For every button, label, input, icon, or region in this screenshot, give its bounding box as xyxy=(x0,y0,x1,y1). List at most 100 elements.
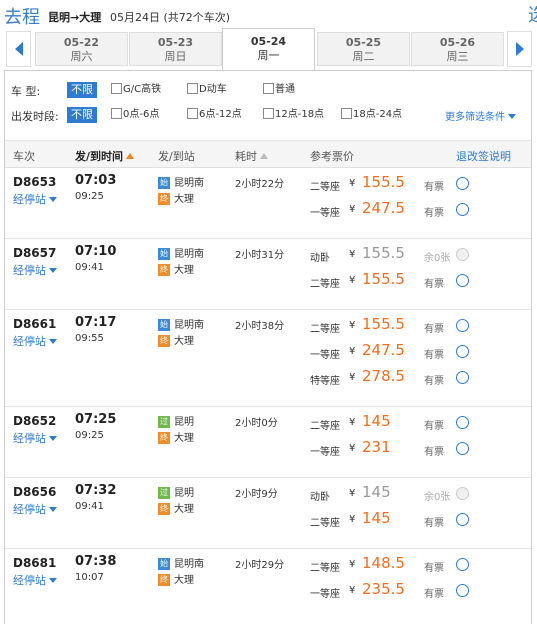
seat-type: 动卧 xyxy=(310,492,330,503)
prev-date-button[interactable] xyxy=(6,31,31,67)
chevron-down-icon xyxy=(49,578,57,583)
seat-select-radio[interactable] xyxy=(456,319,469,332)
filter-option-label: G/C高铁 xyxy=(123,84,162,95)
currency-symbol: ¥ xyxy=(349,514,356,525)
currency-symbol: ¥ xyxy=(349,320,356,331)
seat-type: 一等座 xyxy=(310,447,340,458)
from-station-name: 昆明南 xyxy=(174,559,204,570)
from-station: 始昆明南 xyxy=(158,174,204,189)
currency-symbol: ¥ xyxy=(349,275,356,286)
seat-price: 247.5 xyxy=(362,341,405,359)
date-tab[interactable]: 05-23 周日 xyxy=(129,32,222,66)
from-station: 过昆明 xyxy=(158,413,194,428)
stops-label: 经停站 xyxy=(13,335,46,348)
date-tab-date: 05-23 xyxy=(157,36,194,49)
to-station-name: 大理 xyxy=(174,433,194,444)
date-tab[interactable]: 05-25 周二 xyxy=(317,32,410,66)
train-number[interactable]: D8657 xyxy=(13,246,56,260)
origin-badge: 过 xyxy=(158,416,170,428)
stops-link[interactable]: 经停站 xyxy=(13,262,57,278)
duration: 2小时29分 xyxy=(235,560,285,571)
terminus-badge: 终 xyxy=(158,193,170,205)
col-train: 车次 xyxy=(13,150,35,163)
from-station-name: 昆明 xyxy=(174,417,194,428)
train-number[interactable]: D8656 xyxy=(13,485,56,499)
filter-gc-highspeed[interactable]: G/C高铁 xyxy=(111,83,161,97)
seat-select-radio[interactable] xyxy=(456,203,469,216)
col-price: 参考票价 xyxy=(310,150,354,163)
chevron-left-icon xyxy=(14,42,23,56)
chevron-down-icon xyxy=(49,436,57,441)
chevron-down-icon xyxy=(49,507,57,512)
to-station-name: 大理 xyxy=(174,265,194,276)
seat-type: 二等座 xyxy=(310,518,340,529)
more-filters-link[interactable]: 更多筛选条件 xyxy=(445,108,516,123)
seat-select-radio[interactable] xyxy=(456,584,469,597)
train-number[interactable]: D8653 xyxy=(13,175,56,189)
stops-label: 经停站 xyxy=(13,503,46,516)
chevron-down-icon xyxy=(508,114,516,119)
seat-select-radio[interactable] xyxy=(456,558,469,571)
filter-time-12-18[interactable]: 12点-18点 xyxy=(263,108,324,122)
next-date-button[interactable] xyxy=(507,31,532,67)
seat-type: 动卧 xyxy=(310,253,330,264)
to-station-name: 大理 xyxy=(174,575,194,586)
to-station: 终大理 xyxy=(158,190,194,205)
seat-select-radio[interactable] xyxy=(456,345,469,358)
seat-price: 145 xyxy=(362,483,391,501)
filter-option-label: 0点-6点 xyxy=(123,109,160,120)
seat-availability: 有票 xyxy=(424,376,444,387)
currency-symbol: ¥ xyxy=(349,204,356,215)
stops-link[interactable]: 经停站 xyxy=(13,501,57,517)
filter-time-6-12[interactable]: 6点-12点 xyxy=(187,108,242,122)
currency-symbol: ¥ xyxy=(349,178,356,189)
filter-time-18-24[interactable]: 18点-24点 xyxy=(341,108,402,122)
stops-link[interactable]: 经停站 xyxy=(13,333,57,349)
filter-d-train[interactable]: D动车 xyxy=(187,83,227,97)
depart-time-all-chip[interactable]: 不限 xyxy=(67,107,97,123)
train-number[interactable]: D8681 xyxy=(13,556,56,570)
sort-up-icon xyxy=(126,153,135,159)
train-type-all-chip[interactable]: 不限 xyxy=(67,82,97,98)
date-tab[interactable]: 05-26 周三 xyxy=(411,32,504,66)
checkbox-icon xyxy=(187,108,198,119)
stops-link[interactable]: 经停站 xyxy=(13,572,57,588)
col-duration-sort[interactable]: 耗时 xyxy=(235,148,268,164)
seat-type: 二等座 xyxy=(310,182,340,193)
depart-time: 07:03 xyxy=(75,173,117,188)
seat-select-radio[interactable] xyxy=(456,274,469,287)
seat-price: 155.5 xyxy=(362,244,405,262)
date-tab-date: 05-22 xyxy=(63,36,100,49)
filter-normal-train[interactable]: 普通 xyxy=(263,83,295,97)
page-title: 去程 xyxy=(4,7,40,28)
seat-select-radio[interactable] xyxy=(456,442,469,455)
stops-link[interactable]: 经停站 xyxy=(13,430,57,446)
seat-select-radio[interactable] xyxy=(456,371,469,384)
date-tab-weekday: 周二 xyxy=(352,50,375,63)
train-number[interactable]: D8661 xyxy=(13,317,56,331)
date-tab-active[interactable]: 05-24 周一 xyxy=(222,28,315,70)
date-tab[interactable]: 05-22 周六 xyxy=(35,32,128,66)
checkbox-icon xyxy=(111,108,122,119)
seat-price: 155.5 xyxy=(362,270,405,288)
filter-time-0-6[interactable]: 0点-6点 xyxy=(111,108,159,122)
currency-symbol: ¥ xyxy=(349,346,356,357)
checkbox-icon xyxy=(263,108,274,119)
terminus-badge: 终 xyxy=(158,503,170,515)
arrive-time: 09:41 xyxy=(75,501,104,512)
col-time-sort[interactable]: 发/到时间 xyxy=(75,148,135,164)
train-number[interactable]: D8652 xyxy=(13,414,56,428)
duration: 2小时38分 xyxy=(235,321,285,332)
seat-availability: 有票 xyxy=(424,350,444,361)
seat-select-radio[interactable] xyxy=(456,513,469,526)
seat-availability: 有票 xyxy=(424,421,444,432)
to-station: 终大理 xyxy=(158,429,194,444)
seat-availability: 有票 xyxy=(424,279,444,290)
depart-time: 07:17 xyxy=(75,315,117,330)
seat-select-radio[interactable] xyxy=(456,177,469,190)
date-tab-date: 05-26 xyxy=(439,36,476,49)
seat-select-radio[interactable] xyxy=(456,416,469,429)
origin-badge: 始 xyxy=(158,319,170,331)
stops-link[interactable]: 经停站 xyxy=(13,191,57,207)
refund-info-link[interactable]: 退改签说明 xyxy=(456,148,511,164)
